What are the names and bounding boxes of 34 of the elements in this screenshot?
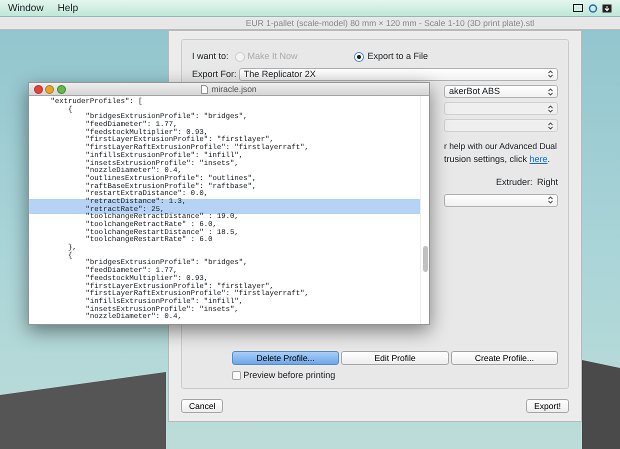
- dialog-button[interactable]: Cancel: [181, 399, 224, 413]
- up-down-arrows-icon: [548, 70, 553, 78]
- help-text: .: [548, 153, 550, 166]
- profile-dropdown[interactable]: [444, 194, 558, 206]
- preview-checkbox[interactable]: Preview before printing: [232, 368, 558, 382]
- field-label: Extruder:: [496, 176, 532, 189]
- document-icon: [201, 84, 208, 94]
- profile-button[interactable]: Edit Profile: [341, 350, 449, 364]
- radio-option[interactable]: Export to a File: [354, 50, 428, 64]
- extruder-value: Right: [536, 176, 558, 189]
- profile-button[interactable]: Create Profile...: [450, 350, 558, 364]
- profile-button[interactable]: Delete Profile...: [232, 350, 340, 364]
- up-down-arrows-icon: [548, 88, 553, 96]
- download-icon[interactable]: [602, 4, 612, 12]
- window-title: miracle.json: [211, 82, 257, 96]
- dialog-button[interactable]: Export!: [526, 399, 569, 413]
- dropdown[interactable]: akerBot ABS: [444, 85, 558, 98]
- help-text: trusion settings, click: [444, 153, 528, 166]
- printer-dropdown[interactable]: The Replicator 2X: [238, 68, 558, 81]
- menu-item[interactable]: Help: [58, 0, 78, 16]
- minimize-button[interactable]: [45, 84, 54, 94]
- close-button[interactable]: [34, 84, 43, 94]
- help-link[interactable]: here: [530, 153, 548, 166]
- menu-item[interactable]: Window: [8, 0, 44, 16]
- field-label: Export For:: [192, 68, 237, 81]
- field-label: I want to:: [192, 50, 229, 63]
- up-down-arrows-icon: [548, 122, 553, 130]
- up-down-arrows-icon: [548, 104, 553, 112]
- window-title: EUR 1-pallet (scale-model) 80 mm × 120 mm - Scale 1-10 (3D print plate).stl: [246, 18, 534, 28]
- scrollbar[interactable]: [420, 96, 429, 324]
- help-text: r help with our Advanced Dual: [444, 140, 558, 153]
- zoom-button[interactable]: [56, 84, 66, 94]
- up-down-arrows-icon: [548, 196, 553, 204]
- display-icon[interactable]: [573, 4, 583, 12]
